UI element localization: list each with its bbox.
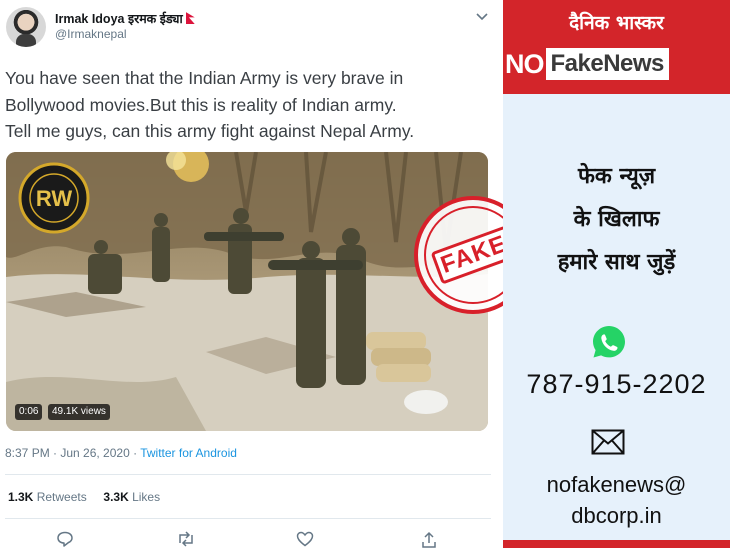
tweet-stats: 1.3K Retweets 3.3K Likes bbox=[8, 490, 160, 504]
slogan: फेक न्यूज़ के खिलाफ हमारे साथ जुड़ें bbox=[503, 155, 730, 284]
video-player[interactable]: RW 0:06 49.1K views bbox=[6, 152, 488, 431]
nofakenews-panel: दैनिक भास्कर NO FakeNews फेक न्यूज़ के खि… bbox=[503, 0, 730, 548]
slogan-line: हमारे साथ जुड़ें bbox=[557, 250, 676, 275]
retweet-icon[interactable] bbox=[176, 531, 194, 547]
footer-bar bbox=[503, 540, 730, 548]
watermark-logo-text: RW bbox=[36, 186, 72, 211]
helpline-number: 787-915-2202 bbox=[526, 369, 707, 399]
author-name[interactable]: Irmak Idoya इरमक ईड्या bbox=[55, 10, 195, 27]
author-name-text: Irmak Idoya इरमक ईड्या bbox=[55, 12, 183, 26]
envelope-icon bbox=[591, 429, 625, 455]
slogan-line: फेक न्यूज़ bbox=[577, 164, 656, 189]
video-frame: RW bbox=[6, 152, 488, 431]
video-views: 49.1K views bbox=[48, 404, 110, 420]
nofakenews-logo: NO FakeNews bbox=[505, 48, 669, 80]
tweet-actions bbox=[0, 528, 503, 548]
reply-icon[interactable] bbox=[56, 531, 74, 547]
logo-no: NO bbox=[505, 48, 544, 79]
nepal-flag-icon bbox=[185, 12, 195, 24]
tweet-text-line: You have seen that the Indian Army is ve… bbox=[5, 68, 404, 88]
retweets-stat[interactable]: 1.3K Retweets bbox=[8, 490, 87, 504]
retweets-label: Retweets bbox=[33, 490, 87, 504]
likes-stat[interactable]: 3.3K Likes bbox=[103, 490, 160, 504]
likes-label: Likes bbox=[128, 490, 161, 504]
tweet-source-link[interactable]: Twitter for Android bbox=[140, 446, 237, 460]
tweet-timestamp[interactable]: 8:37 PM · Jun 26, 2020 · bbox=[5, 446, 140, 460]
logo-fakenews: FakeNews bbox=[545, 48, 669, 80]
divider bbox=[5, 518, 491, 519]
like-icon[interactable] bbox=[296, 531, 314, 547]
share-icon[interactable] bbox=[420, 531, 438, 548]
email-line: nofakenews@ bbox=[546, 472, 687, 497]
whatsapp-icon bbox=[591, 324, 627, 360]
brand-header: दैनिक भास्कर NO FakeNews bbox=[503, 0, 730, 94]
retweets-count: 1.3K bbox=[8, 490, 34, 504]
tweet-text-line: Bollywood movies.But this is reality of … bbox=[5, 94, 397, 115]
tweet-meta: 8:37 PM · Jun 26, 2020 · Twitter for And… bbox=[5, 446, 237, 460]
email-line: dbcorp.in bbox=[571, 503, 662, 528]
brand-hindi-name: दैनिक भास्कर bbox=[569, 12, 664, 34]
author-handle[interactable]: @Irmaknepal bbox=[55, 27, 127, 41]
tweet-text: You have seen that the Indian Army is ve… bbox=[5, 65, 485, 145]
contact-email: nofakenews@ dbcorp.in bbox=[503, 469, 730, 531]
likes-count: 3.3K bbox=[103, 490, 129, 504]
avatar[interactable] bbox=[6, 7, 46, 47]
video-duration: 0:06 bbox=[15, 404, 43, 420]
chevron-down-icon[interactable] bbox=[476, 10, 488, 24]
tweet-text-line: Tell me guys, can this army fight agains… bbox=[5, 121, 415, 141]
slogan-line: के खिलाफ bbox=[573, 207, 660, 232]
divider bbox=[5, 474, 491, 475]
